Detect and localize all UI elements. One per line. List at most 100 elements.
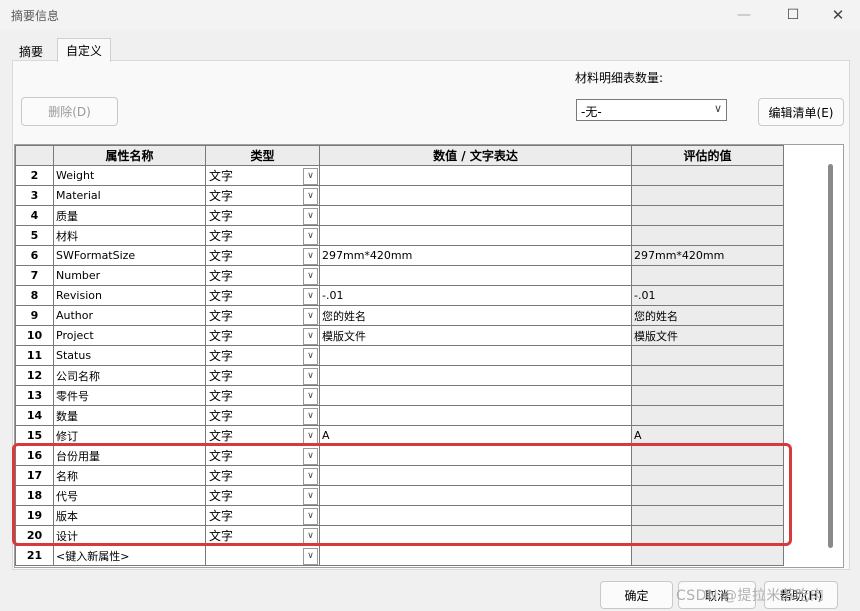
property-type-cell[interactable]: 文字 ∨ (205, 185, 320, 206)
property-type-cell[interactable]: 文字 ∨ (205, 205, 320, 226)
property-name-cell[interactable]: 代号 (53, 485, 206, 506)
property-type-cell[interactable]: ∨ (205, 545, 320, 566)
property-name-cell[interactable]: <键入新属性> (53, 545, 206, 566)
row-number[interactable]: 9 (15, 305, 54, 326)
table-row[interactable]: 11 Status 文字 ∨ (15, 345, 784, 366)
property-name-cell[interactable]: SWFormatSize (53, 245, 206, 266)
property-type-cell[interactable]: 文字 ∨ (205, 285, 320, 306)
table-row[interactable]: 13 零件号 文字 ∨ (15, 385, 784, 406)
row-number[interactable]: 6 (15, 245, 54, 266)
property-value-cell[interactable] (319, 205, 632, 226)
property-name-cell[interactable]: Weight (53, 165, 206, 186)
property-value-cell[interactable]: A (319, 425, 632, 446)
property-value-cell[interactable] (319, 265, 632, 286)
property-value-cell[interactable] (319, 445, 632, 466)
table-row[interactable]: 8 Revision 文字 ∨ -.01 -.01 (15, 285, 784, 306)
row-number[interactable]: 8 (15, 285, 54, 306)
table-row[interactable]: 2 Weight 文字 ∨ (15, 165, 784, 186)
property-value-cell[interactable] (319, 345, 632, 366)
property-type-cell[interactable]: 文字 ∨ (205, 265, 320, 286)
property-value-cell[interactable] (319, 405, 632, 426)
property-name-cell[interactable]: Status (53, 345, 206, 366)
delete-button[interactable]: 删除(D) (21, 97, 118, 126)
row-number[interactable]: 20 (15, 525, 54, 546)
property-type-cell[interactable]: 文字 ∨ (205, 505, 320, 526)
column-header-eval[interactable]: 评估的值 (631, 145, 784, 166)
property-value-cell[interactable]: 您的姓名 (319, 305, 632, 326)
property-name-cell[interactable]: Material (53, 185, 206, 206)
row-number[interactable]: 2 (15, 165, 54, 186)
property-name-cell[interactable]: Revision (53, 285, 206, 306)
table-row[interactable]: 16 台份用量 文字 ∨ (15, 445, 784, 466)
property-name-cell[interactable]: 数量 (53, 405, 206, 426)
table-row[interactable]: 3 Material 文字 ∨ (15, 185, 784, 206)
row-number[interactable]: 18 (15, 485, 54, 506)
select-all-corner[interactable] (15, 145, 54, 166)
table-row[interactable]: 14 数量 文字 ∨ (15, 405, 784, 426)
property-name-cell[interactable]: 公司名称 (53, 365, 206, 386)
table-row[interactable]: 10 Project 文字 ∨ 模版文件 模版文件 (15, 325, 784, 346)
property-name-cell[interactable]: 修订 (53, 425, 206, 446)
row-number[interactable]: 11 (15, 345, 54, 366)
chevron-down-icon[interactable]: ∨ (303, 347, 318, 365)
property-type-cell[interactable]: 文字 ∨ (205, 465, 320, 486)
chevron-down-icon[interactable]: ∨ (303, 327, 318, 345)
property-name-cell[interactable]: Number (53, 265, 206, 286)
table-row[interactable]: 18 代号 文字 ∨ (15, 485, 784, 506)
vertical-scrollbar[interactable] (828, 164, 833, 548)
close-button[interactable]: ✕ (815, 0, 860, 30)
chevron-down-icon[interactable]: ∨ (303, 547, 318, 565)
property-type-cell[interactable]: 文字 ∨ (205, 305, 320, 326)
table-row[interactable]: 6 SWFormatSize 文字 ∨ 297mm*420mm 297mm*420mm (15, 245, 784, 266)
property-name-cell[interactable]: 零件号 (53, 385, 206, 406)
property-type-cell[interactable]: 文字 ∨ (205, 425, 320, 446)
table-row[interactable]: 12 公司名称 文字 ∨ (15, 365, 784, 386)
row-number[interactable]: 3 (15, 185, 54, 206)
property-value-cell[interactable]: 模版文件 (319, 325, 632, 346)
property-value-cell[interactable] (319, 505, 632, 526)
chevron-down-icon[interactable]: ∨ (303, 427, 318, 445)
column-header-name[interactable]: 属性名称 (53, 145, 206, 166)
chevron-down-icon[interactable]: ∨ (303, 227, 318, 245)
column-header-value[interactable]: 数值 / 文字表达 (319, 145, 632, 166)
table-row[interactable]: 19 版本 文字 ∨ (15, 505, 784, 526)
chevron-down-icon[interactable]: ∨ (303, 387, 318, 405)
chevron-down-icon[interactable]: ∨ (303, 167, 318, 185)
property-name-cell[interactable]: 台份用量 (53, 445, 206, 466)
chevron-down-icon[interactable]: ∨ (303, 247, 318, 265)
property-type-cell[interactable]: 文字 ∨ (205, 445, 320, 466)
property-type-cell[interactable]: 文字 ∨ (205, 245, 320, 266)
property-type-cell[interactable]: 文字 ∨ (205, 345, 320, 366)
property-value-cell[interactable] (319, 545, 632, 566)
row-number[interactable]: 12 (15, 365, 54, 386)
property-name-cell[interactable]: Author (53, 305, 206, 326)
table-row[interactable]: 17 名称 文字 ∨ (15, 465, 784, 486)
property-value-cell[interactable]: 297mm*420mm (319, 245, 632, 266)
chevron-down-icon[interactable]: ∨ (303, 527, 318, 545)
row-number[interactable]: 21 (15, 545, 54, 566)
property-type-cell[interactable]: 文字 ∨ (205, 225, 320, 246)
minimize-button[interactable]: — (721, 0, 767, 30)
row-number[interactable]: 15 (15, 425, 54, 446)
row-number[interactable]: 13 (15, 385, 54, 406)
property-value-cell[interactable] (319, 385, 632, 406)
property-name-cell[interactable]: 设计 (53, 525, 206, 546)
bom-quantity-select[interactable]: -无- ∨ (576, 99, 727, 121)
property-value-cell[interactable] (319, 525, 632, 546)
chevron-down-icon[interactable]: ∨ (303, 467, 318, 485)
property-type-cell[interactable]: 文字 ∨ (205, 485, 320, 506)
property-value-cell[interactable] (319, 485, 632, 506)
table-row[interactable]: 5 材料 文字 ∨ (15, 225, 784, 246)
row-number[interactable]: 7 (15, 265, 54, 286)
chevron-down-icon[interactable]: ∨ (303, 187, 318, 205)
property-value-cell[interactable] (319, 185, 632, 206)
table-row[interactable]: 15 修订 文字 ∨ A A (15, 425, 784, 446)
property-type-cell[interactable]: 文字 ∨ (205, 405, 320, 426)
chevron-down-icon[interactable]: ∨ (303, 447, 318, 465)
row-number[interactable]: 14 (15, 405, 54, 426)
property-name-cell[interactable]: 名称 (53, 465, 206, 486)
chevron-down-icon[interactable]: ∨ (303, 487, 318, 505)
table-row[interactable]: 20 设计 文字 ∨ (15, 525, 784, 546)
property-value-cell[interactable] (319, 225, 632, 246)
tab-summary[interactable]: 摘要 (12, 41, 50, 61)
